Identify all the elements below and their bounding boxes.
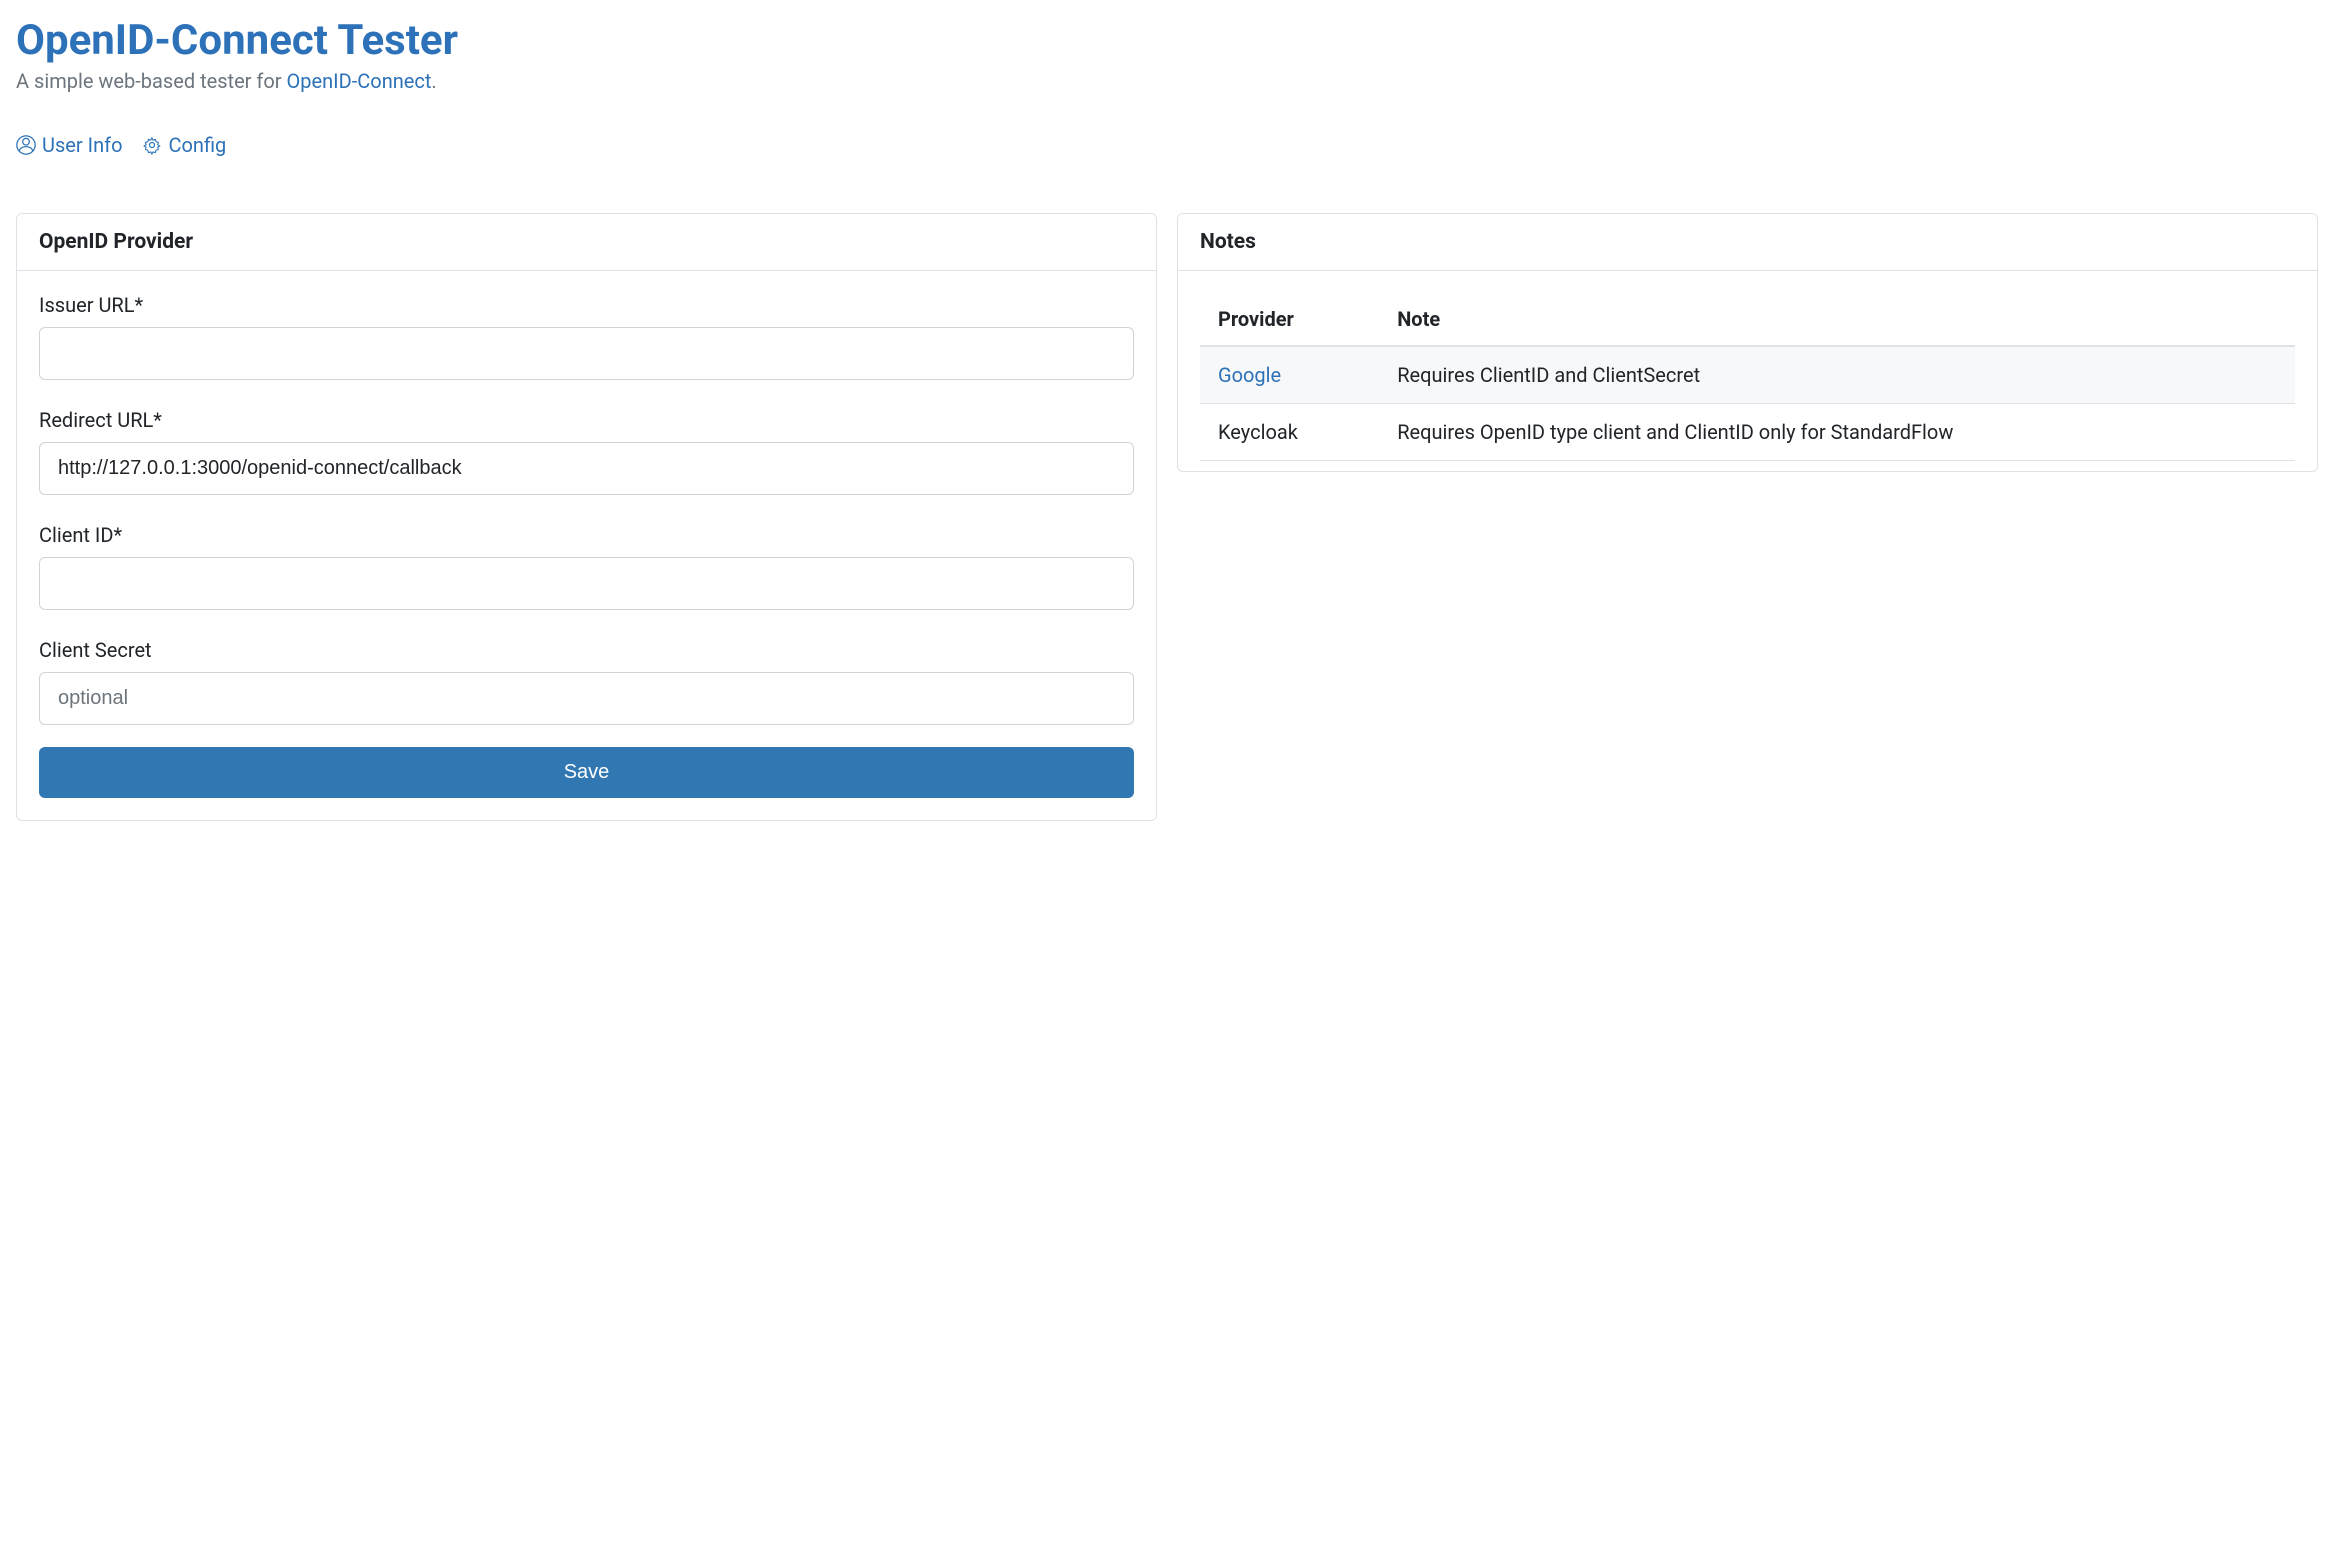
notes-col-provider: Provider (1200, 293, 1379, 346)
provider-card-header: OpenID Provider (17, 214, 1156, 271)
provider-card-body: Issuer URL* Redirect URL* Client ID* Cli… (17, 271, 1156, 820)
notes-card-header: Notes (1178, 214, 2317, 271)
issuer-url-label: Issuer URL* (39, 293, 1134, 317)
user-icon (16, 135, 36, 155)
provider-card: OpenID Provider Issuer URL* Redirect URL… (16, 213, 1157, 821)
client-secret-group: Client Secret (39, 638, 1134, 725)
nav-config-label: Config (168, 133, 226, 157)
notes-card-title: Notes (1200, 230, 2295, 254)
subtitle-prefix: A simple web-based tester for (16, 69, 287, 93)
gear-icon (142, 135, 162, 155)
nav-config[interactable]: Config (142, 133, 226, 157)
content-grid: OpenID Provider Issuer URL* Redirect URL… (16, 189, 2318, 821)
client-id-input[interactable] (39, 557, 1134, 610)
provider-cell: Keycloak (1200, 404, 1379, 461)
client-secret-label: Client Secret (39, 638, 1134, 662)
subtitle-suffix: . (431, 69, 436, 93)
notes-card-body: Provider Note Google Requires ClientID a… (1178, 271, 2317, 471)
client-secret-input[interactable] (39, 672, 1134, 725)
note-cell: Requires OpenID type client and ClientID… (1379, 404, 2295, 461)
nav-user-info[interactable]: User Info (16, 133, 122, 157)
note-cell: Requires ClientID and ClientSecret (1379, 346, 2295, 404)
table-row: Google Requires ClientID and ClientSecre… (1200, 346, 2295, 404)
issuer-url-input[interactable] (39, 327, 1134, 380)
redirect-url-group: Redirect URL* (39, 408, 1134, 495)
notes-col-note: Note (1379, 293, 2295, 346)
client-id-label: Client ID* (39, 523, 1134, 547)
table-row: Keycloak Requires OpenID type client and… (1200, 404, 2295, 461)
page-subtitle: A simple web-based tester for OpenID-Con… (16, 69, 2318, 93)
issuer-url-group: Issuer URL* (39, 293, 1134, 380)
redirect-url-label: Redirect URL* (39, 408, 1134, 432)
page-title: OpenID-Connect Tester (16, 16, 2318, 65)
provider-link-google[interactable]: Google (1218, 363, 1281, 387)
save-button[interactable]: Save (39, 747, 1134, 798)
openid-connect-link[interactable]: OpenID-Connect (287, 69, 432, 93)
provider-card-title: OpenID Provider (39, 230, 1134, 254)
nav-links: User Info Config (16, 133, 2318, 157)
notes-card: Notes Provider Note Google Requires Clie… (1177, 213, 2318, 472)
nav-user-info-label: User Info (42, 133, 122, 157)
redirect-url-input[interactable] (39, 442, 1134, 495)
client-id-group: Client ID* (39, 523, 1134, 610)
notes-table: Provider Note Google Requires ClientID a… (1200, 293, 2295, 461)
